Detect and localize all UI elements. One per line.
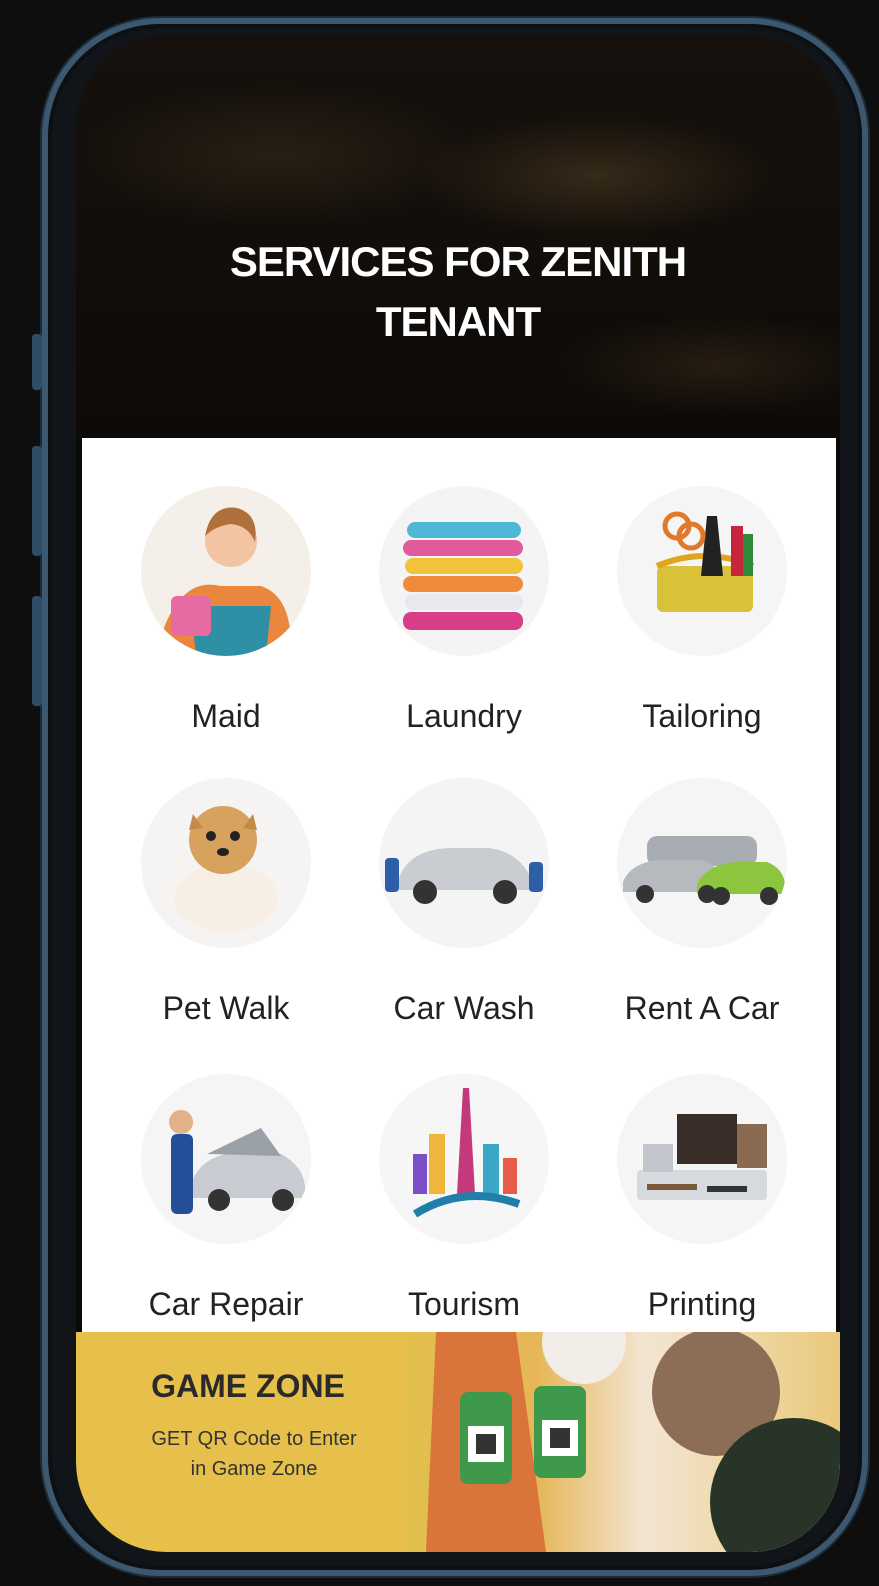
service-tile-car-wash[interactable]: Car Wash <box>349 778 579 1027</box>
page-title-line2: TENANT <box>375 298 541 345</box>
service-label: Rent A Car <box>624 990 780 1026</box>
service-tile-pet-walk[interactable]: Pet Walk <box>111 778 341 1027</box>
printing-icon <box>617 1074 787 1244</box>
service-tile-laundry[interactable]: Laundry <box>349 486 579 735</box>
page-title-line1: SERVICES FOR ZENITH <box>229 238 687 285</box>
banner-title: GAME ZONE <box>151 1368 345 1404</box>
service-label: Car Repair <box>148 1286 304 1322</box>
service-label: Pet Walk <box>162 990 290 1026</box>
page-title: SERVICES FOR ZENITH TENANT <box>76 232 840 352</box>
car-wash-icon <box>379 778 549 948</box>
banner-subtitle-line2: in Game Zone <box>190 1458 318 1480</box>
banner-subtitle-line1: GET QR Code to Enter <box>151 1428 357 1450</box>
service-label: Tourism <box>407 1286 520 1322</box>
service-label: Laundry <box>406 698 522 734</box>
phone-side-button <box>32 446 42 556</box>
car-repair-icon <box>141 1074 311 1244</box>
service-tile-car-repair[interactable]: Car Repair <box>111 1074 341 1323</box>
header: SERVICES FOR ZENITH TENANT <box>76 36 840 438</box>
phone-side-button <box>32 596 42 706</box>
service-label: Maid <box>191 698 261 734</box>
maid-icon <box>141 486 311 656</box>
service-tile-tourism[interactable]: Tourism <box>349 1074 579 1323</box>
tourism-icon <box>379 1074 549 1244</box>
banner-subtitle: GET QR Code to Enter in Game Zone <box>124 1424 384 1484</box>
app-screen: SERVICES FOR ZENITH TENANT Maid Laundry … <box>76 36 840 1552</box>
service-tile-rent-a-car[interactable]: Rent A Car <box>587 778 817 1027</box>
service-label: Printing <box>647 1286 757 1322</box>
service-tile-maid[interactable]: Maid <box>111 486 341 735</box>
service-tile-tailoring[interactable]: Tailoring <box>587 486 817 735</box>
game-zone-banner[interactable]: GAME ZONE GET QR Code to Enter in Game Z… <box>76 1332 840 1552</box>
game-zone-photo <box>406 1332 840 1552</box>
banner-text-block: GAME ZONE GET QR Code to Enter in Game Z… <box>76 1332 406 1552</box>
service-tile-printing[interactable]: Printing <box>587 1074 817 1323</box>
services-panel: Maid Laundry Tailoring Pet Walk Car Wash… <box>82 438 836 1438</box>
tailoring-icon <box>617 486 787 656</box>
rent-a-car-icon <box>617 778 787 948</box>
service-label: Car Wash <box>393 990 535 1026</box>
pet-walk-icon <box>141 778 311 948</box>
laundry-icon <box>379 486 549 656</box>
phone-side-button <box>32 334 42 390</box>
service-label: Tailoring <box>642 698 762 734</box>
